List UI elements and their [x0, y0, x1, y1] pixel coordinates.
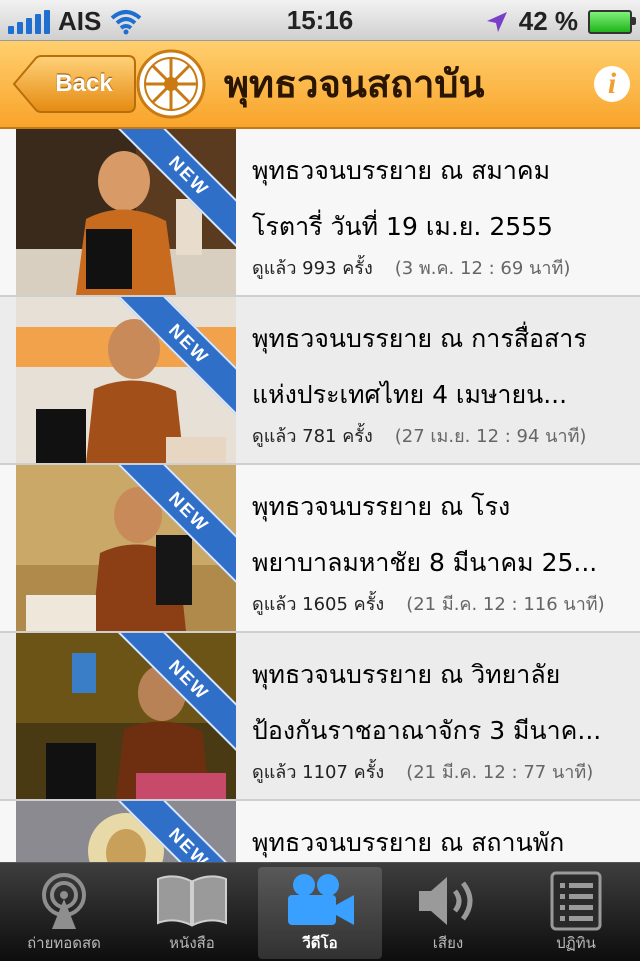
- video-list[interactable]: NEW พุทธวจนบรรยาย ณ สมาคม โรตารี่ วันที่…: [0, 129, 640, 862]
- battery-percent: 42 %: [518, 6, 578, 36]
- video-meta: ดูแล้ว 1605 ครั้ง (21 มี.ค. 12 : 116 นาที…: [252, 589, 605, 618]
- video-thumbnail: NEW: [16, 297, 236, 463]
- video-date-duration: (27 เม.ย. 12 : 94 นาที): [394, 426, 587, 447]
- list-item[interactable]: NEW พุทธวจนบรรยาย ณ สมาคม โรตารี่ วันที่…: [0, 129, 640, 297]
- list-item[interactable]: NEW พุทธวจนบรรยาย ณ วิทยาลัย ป้องกันราชอ…: [0, 633, 640, 801]
- info-icon[interactable]: i: [594, 66, 630, 102]
- list-item[interactable]: NEW พุทธวจนบรรยาย ณ โรง พยาบาลมหาชัย 8 ม…: [0, 465, 640, 633]
- video-meta: ดูแล้ว 1107 ครั้ง (21 มี.ค. 12 : 77 นาที): [252, 757, 593, 786]
- view-count: ดูแล้ว 1605 ครั้ง: [252, 594, 385, 615]
- location-arrow-icon: [486, 11, 507, 32]
- view-count: ดูแล้ว 993 ครั้ง: [252, 258, 373, 279]
- broadcast-icon: [42, 873, 86, 929]
- back-button-label: Back: [55, 70, 113, 97]
- status-bar: AIS 15:16 42 %: [0, 0, 640, 41]
- tab-label: ปฏิทิน: [556, 934, 596, 952]
- tab-label: เสียง: [432, 934, 464, 952]
- video-camera-icon: [288, 874, 354, 925]
- view-count: ดูแล้ว 1107 ครั้ง: [252, 762, 385, 783]
- tab-books[interactable]: หนังสือ: [130, 867, 254, 959]
- video-title: พุทธวจนบรรยาย ณ สมาคม โรตารี่ วันที่ 19 …: [252, 156, 553, 241]
- battery-icon: [588, 9, 636, 34]
- video-thumbnail: NEW: [16, 801, 236, 862]
- calendar-list-icon: [550, 871, 602, 931]
- video-thumbnail: NEW: [16, 129, 236, 295]
- speaker-icon: [419, 877, 473, 925]
- video-date-duration: (3 พ.ค. 12 : 69 นาที): [394, 258, 571, 279]
- video-thumbnail: NEW: [16, 465, 236, 631]
- dhamma-wheel-logo: [136, 49, 206, 119]
- video-thumbnail: NEW: [16, 633, 236, 799]
- video-title: พุทธวจนบรรยาย ณ โรง พยาบาลมหาชัย 8 มีนาค…: [252, 492, 598, 577]
- tab-video[interactable]: วีดีโอ: [258, 867, 382, 959]
- status-right: 42 %: [485, 6, 636, 37]
- back-button[interactable]: Back: [12, 55, 136, 113]
- tab-label: วีดีโอ: [302, 934, 338, 952]
- video-date-duration: (21 มี.ค. 12 : 77 นาที): [406, 762, 594, 783]
- tab-label: หนังสือ: [169, 934, 215, 952]
- list-item[interactable]: NEW พุทธวจนบรรยาย ณ การสื่อสาร แห่งประเท…: [0, 297, 640, 465]
- tab-live[interactable]: ถ่ายทอดสด: [2, 867, 126, 959]
- video-title: พุทธวจนบรรยาย ณ วิทยาลัย ป้องกันราชอาณาจ…: [252, 660, 602, 745]
- list-item[interactable]: NEW พุทธวจนบรรยาย ณ สถานพัก: [0, 801, 640, 862]
- video-meta: ดูแล้ว 781 ครั้ง (27 เม.ย. 12 : 94 นาที): [252, 421, 586, 450]
- tab-label: ถ่ายทอดสด: [27, 934, 101, 952]
- video-title: พุทธวจนบรรยาย ณ สถานพัก: [252, 828, 565, 857]
- tab-audio[interactable]: เสียง: [386, 867, 510, 959]
- navigation-bar: Back พุทธวจนสถาบัน i: [0, 41, 640, 129]
- tab-calendar[interactable]: ปฏิทิน: [514, 867, 638, 959]
- video-date-duration: (21 มี.ค. 12 : 116 นาที): [406, 594, 605, 615]
- book-icon: [157, 875, 227, 927]
- video-title: พุทธวจนบรรยาย ณ การสื่อสาร แห่งประเทศไทย…: [252, 324, 587, 409]
- view-count: ดูแล้ว 781 ครั้ง: [252, 426, 373, 447]
- page-title: พุทธวจนสถาบัน: [224, 62, 485, 106]
- tab-bar: ถ่ายทอดสด หนังสือ วีดีโอ เสียง ปฏิทิน: [0, 862, 640, 961]
- video-meta: ดูแล้ว 993 ครั้ง (3 พ.ค. 12 : 69 นาที): [252, 253, 570, 282]
